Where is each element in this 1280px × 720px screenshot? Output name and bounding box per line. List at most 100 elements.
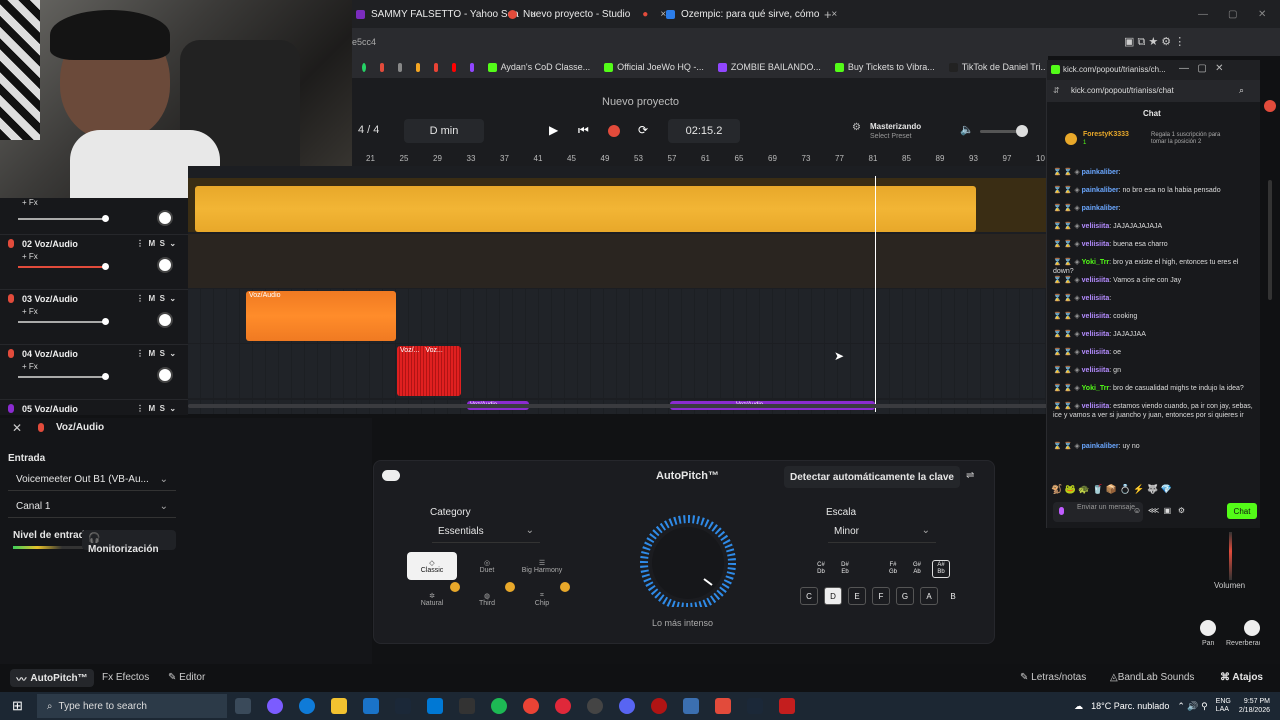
site-info-icon[interactable]: ⇵ <box>1053 86 1060 95</box>
note-e[interactable]: E <box>848 587 866 605</box>
copilot-icon[interactable] <box>266 698 283 714</box>
chat-message[interactable]: ⌛ ⌛ ◈ veliisiita: JAJAJAJAJAJA <box>1053 222 1253 231</box>
track-header-2[interactable]: 02 Voz/Audio + Fx ⋮ M S ⌄ <box>0 234 188 289</box>
volume-fader[interactable] <box>1229 532 1232 580</box>
timeline-ruler[interactable]: 21 25 29 33 37 41 45 49 53 57 61 65 69 73 77 81 85 89 93 97… <box>352 152 1048 166</box>
bookmark-item[interactable]: TikTok de Daniel Tri... <box>948 62 1048 72</box>
chat-send-button[interactable]: Chat <box>1227 503 1257 519</box>
gift-promo[interactable]: Regala 1 suscripción para tomar la posic… <box>1151 132 1237 146</box>
bookmark-item[interactable]: Aydan's CoD Classe... <box>487 62 590 72</box>
chat-message[interactable]: ⌛ ⌛ ◈ painkaliber: no bro esa no la habi… <box>1053 186 1253 195</box>
autopitch-toggle[interactable] <box>382 470 400 481</box>
chat-message[interactable]: ⌛ ⌛ ◈ veliisiita: buena esa charro <box>1053 240 1253 249</box>
pan-knob[interactable] <box>157 367 173 383</box>
chat-username[interactable]: veliisiita <box>1082 349 1110 356</box>
tab-effects[interactable]: Fx Efectos <box>102 672 149 683</box>
play-icon[interactable]: ▶ <box>549 123 558 137</box>
bookmark-item[interactable]: ZOMBIE BAILANDO... <box>717 62 821 72</box>
chat-username[interactable]: veliisiita <box>1082 331 1110 338</box>
chat-message-input[interactable]: Enviar un mensaje <box>1053 502 1143 522</box>
pan-knob[interactable] <box>157 210 173 226</box>
chat-username[interactable]: veliisiita <box>1082 313 1110 320</box>
track-volume-slider[interactable] <box>18 373 109 380</box>
preset-selector[interactable]: Select Preset <box>870 133 912 140</box>
track-volume-slider[interactable] <box>18 263 109 270</box>
app-icon[interactable] <box>714 698 731 714</box>
chat-message[interactable]: ⌛ ⌛ ◈ painkaliber: <box>1053 168 1253 177</box>
bookmark-icon[interactable] <box>397 62 402 72</box>
chat-username[interactable]: veliisiita <box>1082 295 1110 302</box>
category-select[interactable]: Essentials ⌄ <box>432 523 540 543</box>
audio-clip-4[interactable]: Voz/... Voz... <box>397 346 461 396</box>
preset-third[interactable]: ◍ Third <box>462 585 512 613</box>
chat-username[interactable]: Yoki_Trr <box>1082 385 1110 392</box>
scale-select[interactable]: Minor ⌄ <box>828 523 936 543</box>
windows-start-icon[interactable]: ⊞ <box>12 698 23 714</box>
chat-message[interactable]: ⌛ ⌛ ◈ veliisiita: cooking <box>1053 312 1253 321</box>
window-controls[interactable]: — ▢ ✕ <box>1179 63 1224 74</box>
whatsapp-icon[interactable] <box>362 62 366 72</box>
sounds-button[interactable]: ◬BandLab Sounds <box>1110 672 1194 683</box>
note-d[interactable]: D <box>824 587 842 605</box>
gmail-icon[interactable] <box>433 62 438 72</box>
chat-message[interactable]: ⌛ ⌛ ◈ painkaliber: uy no <box>1053 442 1253 451</box>
intensity-knob[interactable] <box>630 511 746 607</box>
loop-icon[interactable]: ⟳ <box>638 123 648 137</box>
pan-knob[interactable] <box>157 257 173 273</box>
monitor-button[interactable]: 🎧 Monitorización <box>82 530 176 555</box>
app-icon[interactable] <box>586 698 603 714</box>
note-f[interactable]: F <box>872 587 890 605</box>
preset-natural[interactable]: ✲ Natural <box>407 585 457 613</box>
close-window-icon[interactable]: ✕ <box>1258 4 1266 24</box>
chat-username[interactable]: Yoki_Trr <box>1082 259 1110 266</box>
close-icon[interactable]: × <box>831 9 837 20</box>
taskbar-search[interactable]: ⌕ Type here to search <box>36 694 227 718</box>
tab-ozempic[interactable]: Ozempic: para qué sirve, cómo × <box>666 4 837 24</box>
lyrics-button[interactable]: ✎ Letras/notas <box>1020 672 1086 683</box>
chat-message[interactable]: ⌛ ⌛ ◈ veliisiita: oe <box>1053 348 1253 357</box>
note-g[interactable]: G <box>896 587 914 605</box>
app-icon[interactable] <box>458 698 475 714</box>
chat-message[interactable]: ⌛ ⌛ ◈ Yoki_Trr: bro ya existe el high, e… <box>1053 258 1253 276</box>
top-gifter-name[interactable]: ForestyK3333 <box>1083 131 1129 138</box>
reverb-knob[interactable] <box>1244 620 1260 636</box>
settings-sliders-icon[interactable]: ⇌ <box>966 470 974 481</box>
chat-message[interactable]: ⌛ ⌛ ◈ veliisiita: estamos viendo cuando,… <box>1053 402 1253 420</box>
tab-studio[interactable]: Nuevo proyecto - Studio ● × <box>508 4 666 24</box>
detect-key-button[interactable]: Detectar automáticamente la clave <box>784 466 960 488</box>
chat-username[interactable]: veliisiita <box>1082 223 1110 230</box>
note-a[interactable]: A <box>920 587 938 605</box>
steam-icon[interactable] <box>746 698 763 714</box>
pan-knob[interactable] <box>1200 620 1216 636</box>
tray-icons[interactable]: ⌃ 🔊 ⚲ <box>1177 701 1207 712</box>
chat-message[interactable]: ⌛ ⌛ ◈ Yoki_Trr: bro de casualidad mighs … <box>1053 384 1253 393</box>
track-header-1[interactable]: + Fx <box>0 198 188 234</box>
steam-icon[interactable] <box>394 698 411 714</box>
chat-username[interactable]: veliisiita <box>1082 277 1110 284</box>
chat-message[interactable]: ⌛ ⌛ ◈ veliisiita: <box>1053 294 1253 303</box>
note-c[interactable]: C <box>800 587 818 605</box>
task-view-icon[interactable] <box>234 698 251 714</box>
maximize-icon[interactable]: ▢ <box>1228 4 1237 24</box>
note-a-sharp[interactable]: A# Bb <box>932 560 950 578</box>
chat-message[interactable]: ⌛ ⌛ ◈ veliisiita: Vamos a cine con Jay <box>1053 276 1253 285</box>
chat-username[interactable]: veliisiita <box>1082 241 1110 248</box>
spotify-icon[interactable] <box>490 698 507 714</box>
master-volume-handle[interactable] <box>1016 125 1028 137</box>
edge-icon[interactable] <box>298 698 315 714</box>
key-selector[interactable]: D min <box>404 119 484 143</box>
bookmark-item[interactable]: Buy Tickets to Vibra... <box>834 62 935 72</box>
track-volume-slider[interactable] <box>18 215 109 222</box>
file-explorer-icon[interactable] <box>330 698 347 714</box>
chat-tools-icons[interactable]: ☺ ⋘ ▣ ⚙ <box>1133 506 1185 515</box>
outlook-icon[interactable] <box>362 698 379 714</box>
audio-clip-3[interactable]: Voz/Audio <box>246 291 396 341</box>
preset-classic[interactable]: ◇ Classic <box>407 552 457 580</box>
pan-knob[interactable] <box>157 312 173 328</box>
opera-icon[interactable] <box>554 698 571 714</box>
volume-icon[interactable]: 🔈 <box>960 123 974 136</box>
preset-chip[interactable]: ⌗ Chip <box>517 585 567 613</box>
chat-username[interactable]: painkaliber <box>1082 205 1119 212</box>
track-header-5[interactable]: 05 Voz/Audio ⋮ M S ⌄ <box>0 399 188 415</box>
tab-autopitch[interactable]: 〰 AutoPitch™ <box>10 669 94 687</box>
